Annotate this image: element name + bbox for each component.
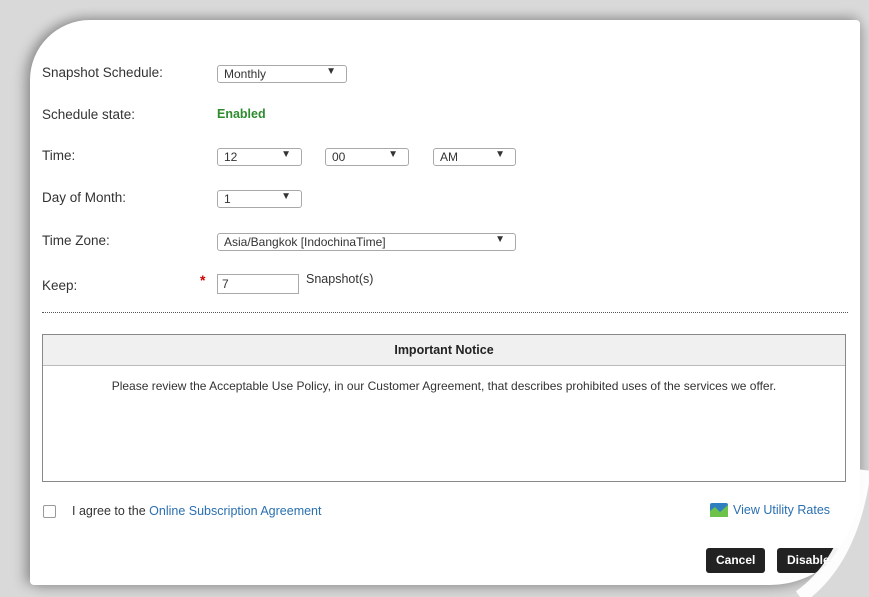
time-label: Time: (42, 148, 76, 163)
ampm-value: AM (440, 150, 458, 164)
snapshot-schedule-label: Snapshot Schedule: (42, 65, 163, 80)
chevron-down-icon: ▼ (495, 234, 505, 245)
hour-select[interactable]: 12 ▼ (217, 148, 302, 166)
important-notice-panel: Important Notice Please review the Accep… (42, 334, 846, 482)
ampm-select[interactable]: AM ▼ (433, 148, 516, 166)
chevron-down-icon: ▼ (495, 149, 505, 160)
chevron-down-icon: ▼ (326, 66, 336, 77)
day-of-month-select[interactable]: 1 ▼ (217, 190, 302, 208)
agree-prefix: I agree to the (72, 504, 146, 518)
notice-title: Important Notice (43, 335, 845, 366)
hour-value: 12 (224, 150, 238, 164)
chart-icon (710, 503, 728, 517)
view-utility-rates-link[interactable]: View Utility Rates (710, 503, 830, 517)
time-zone-value: Asia/Bangkok [IndochinaTime] (224, 235, 386, 249)
snapshot-schedule-select[interactable]: Monthly ▼ (217, 65, 347, 83)
chevron-down-icon: ▼ (281, 191, 291, 202)
cancel-button[interactable]: Cancel (706, 548, 766, 573)
day-of-month-value: 1 (224, 192, 231, 206)
view-utility-rates-label: View Utility Rates (733, 503, 831, 517)
notice-body: Please review the Acceptable Use Policy,… (111, 379, 777, 393)
chevron-down-icon: ▼ (281, 149, 291, 160)
keep-count-input[interactable] (217, 274, 299, 294)
schedule-state-label: Schedule state: (42, 107, 136, 122)
subscription-agreement-link[interactable]: Online Subscription Agreement (149, 504, 321, 518)
schedule-state-value: Enabled (217, 107, 266, 121)
time-zone-label: Time Zone: (42, 233, 110, 248)
day-of-month-label: Day of Month: (42, 190, 127, 205)
chevron-down-icon: ▼ (388, 149, 398, 160)
agree-text: I agree to the Online Subscription Agree… (72, 504, 321, 518)
minute-value: 00 (332, 150, 346, 164)
keep-unit-label: Snapshot(s) (306, 272, 374, 286)
time-zone-select[interactable]: Asia/Bangkok [IndochinaTime] ▼ (217, 233, 516, 251)
section-divider (42, 312, 848, 313)
disable-button[interactable]: Disable (777, 548, 840, 573)
snapshot-schedule-value: Monthly (224, 67, 267, 81)
required-asterisk: * (200, 272, 206, 288)
minute-select[interactable]: 00 ▼ (325, 148, 409, 166)
agree-checkbox[interactable] (43, 505, 56, 518)
snapshot-schedule-dialog: Snapshot Schedule: Monthly ▼ Schedule st… (30, 20, 860, 585)
keep-label: Keep: (42, 278, 78, 293)
